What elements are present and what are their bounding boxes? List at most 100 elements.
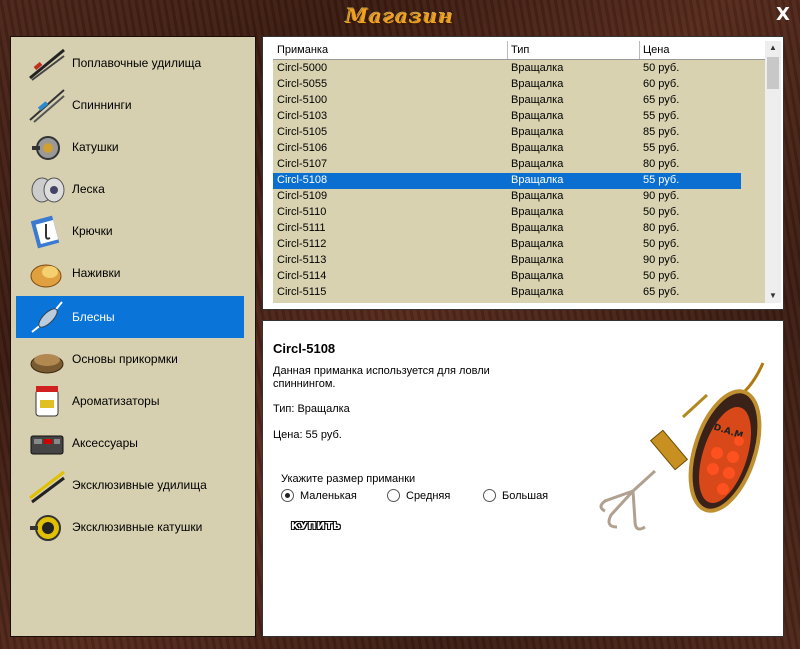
cell-price: 55 руб. [643, 142, 680, 154]
category-reels[interactable]: Катушки [16, 126, 244, 168]
category-label: Наживки [72, 266, 121, 280]
table-row[interactable]: Circl-5000 Вращалка 50 руб. [273, 61, 741, 77]
flavoring-icon [26, 380, 68, 422]
accessories-icon [26, 422, 68, 464]
category-line[interactable]: Леска [16, 168, 244, 210]
table-header: Приманка Тип Цена [273, 41, 765, 60]
radio-icon [281, 489, 294, 502]
lure-detail-panel: Circl-5108 Данная приманка используется … [262, 320, 784, 637]
cell-type: Вращалка [511, 126, 564, 138]
cell-price: 80 руб. [643, 222, 680, 234]
cell-type: Вращалка [511, 222, 564, 234]
category-label: Блесны [72, 310, 115, 324]
category-accessories[interactable]: Аксессуары [16, 422, 244, 464]
cell-lure: Circl-5055 [277, 78, 328, 90]
cell-type: Вращалка [511, 190, 564, 202]
table-row[interactable]: Circl-5105 Вращалка 85 руб. [273, 125, 741, 141]
cell-type: Вращалка [511, 78, 564, 90]
scroll-down-icon[interactable]: ▼ [765, 289, 781, 303]
table-row[interactable]: Circl-5109 Вращалка 90 руб. [273, 189, 741, 205]
size-radio-small[interactable]: Маленькая [281, 489, 357, 502]
cell-type: Вращалка [511, 174, 564, 186]
cell-lure: Circl-5110 [277, 206, 327, 218]
column-header-type[interactable]: Тип [511, 44, 529, 56]
cell-type: Вращалка [511, 254, 564, 266]
table-row[interactable]: Circl-5114 Вращалка 50 руб. [273, 269, 741, 285]
cell-price: 50 руб. [643, 270, 680, 282]
cell-type: Вращалка [511, 270, 564, 282]
lure-list-panel: Приманка Тип Цена Circl-5000 Вращалка 50 р… [262, 36, 784, 310]
exclusive-reels-icon [26, 506, 68, 548]
cell-lure: Circl-5112 [277, 238, 327, 250]
scroll-up-icon[interactable]: ▲ [765, 41, 781, 55]
table-row[interactable]: Circl-5100 Вращалка 65 руб. [273, 93, 741, 109]
category-groundbait[interactable]: Основы прикормки [16, 338, 244, 380]
table-row[interactable]: Circl-5108 Вращалка 55 руб. [273, 173, 741, 189]
cell-lure: Circl-5103 [277, 110, 328, 122]
size-radio-medium[interactable]: Средняя [387, 489, 450, 502]
category-label: Леска [72, 182, 105, 196]
window-title: Магазин [345, 4, 455, 28]
table-row[interactable]: Circl-5103 Вращалка 55 руб. [273, 109, 741, 125]
category-spinning-rods[interactable]: Спиннинги [16, 84, 244, 126]
table-row[interactable]: Circl-5112 Вращалка 50 руб. [273, 237, 741, 253]
category-spoons[interactable]: Блесны [16, 296, 244, 338]
column-header-lure[interactable]: Приманка [277, 44, 328, 56]
cell-lure: Circl-5113 [277, 254, 327, 266]
groundbait-icon [26, 338, 68, 380]
category-label: Эксклюзивные катушки [72, 520, 203, 534]
table-row[interactable]: Circl-5111 Вращалка 80 руб. [273, 221, 741, 237]
category-label: Крючки [72, 224, 113, 238]
category-label: Ароматизаторы [72, 394, 160, 408]
cell-type: Вращалка [511, 142, 564, 154]
category-label: Основы прикормки [72, 352, 178, 366]
cell-type: Вращалка [511, 158, 564, 170]
category-label: Спиннинги [72, 98, 132, 112]
size-radio-large[interactable]: Большая [483, 489, 548, 502]
lure-price: Цена: 55 руб. [273, 429, 342, 441]
exclusive-rods-icon [26, 464, 68, 506]
lure-description: Данная приманка используется для ловли с… [273, 365, 490, 390]
radio-label: Маленькая [300, 489, 357, 502]
category-bait[interactable]: Наживки [16, 252, 244, 294]
bait-icon [26, 252, 68, 294]
column-header-price[interactable]: Цена [643, 44, 669, 56]
cell-lure: Circl-5106 [277, 142, 328, 154]
reel-icon [26, 126, 68, 168]
cell-lure: Circl-5107 [277, 158, 328, 170]
lure-name: Circl-5108 [273, 341, 336, 356]
cell-lure: Circl-5114 [277, 270, 327, 282]
spinner-lure-image: D.A.M [599, 362, 765, 531]
category-flavoring[interactable]: Ароматизаторы [16, 380, 244, 422]
lure-type: Тип: Вращалка [273, 403, 350, 415]
spoon-lure-icon [26, 296, 68, 338]
list-scrollbar[interactable]: ▲ ▼ [765, 41, 781, 303]
table-row[interactable]: Circl-5110 Вращалка 50 руб. [273, 205, 741, 221]
category-label: Катушки [72, 140, 119, 154]
table-row[interactable]: Circl-5115 Вращалка 65 руб. [273, 285, 741, 301]
cell-price: 55 руб. [643, 110, 680, 122]
category-hooks[interactable]: Крючки [16, 210, 244, 252]
fishing-line-icon [26, 168, 68, 210]
category-float-rods[interactable]: Поплавочные удилища [16, 42, 244, 84]
cell-lure: Circl-5109 [277, 190, 328, 202]
table-row[interactable]: Circl-5113 Вращалка 90 руб. [273, 253, 741, 269]
category-exclusive-rods[interactable]: Эксклюзивные удилища [16, 464, 244, 506]
cell-type: Вращалка [511, 286, 564, 298]
cell-type: Вращалка [511, 206, 564, 218]
category-exclusive-reels[interactable]: Эксклюзивные катушки [16, 506, 244, 548]
table-row[interactable]: Circl-5055 Вращалка 60 руб. [273, 77, 741, 93]
cell-price: 50 руб. [643, 238, 680, 250]
buy-button[interactable]: КУПИТЬ [291, 521, 341, 532]
cell-type: Вращалка [511, 238, 564, 250]
category-label: Эксклюзивные удилища [72, 478, 207, 492]
cell-lure: Circl-5000 [277, 62, 328, 74]
table-row[interactable]: Circl-5107 Вращалка 80 руб. [273, 157, 741, 173]
radio-label: Большая [502, 489, 549, 502]
close-icon[interactable]: X [774, 6, 792, 24]
float-rod-icon [26, 42, 68, 84]
table-row[interactable]: Circl-5106 Вращалка 55 руб. [273, 141, 741, 157]
radio-icon [483, 489, 496, 502]
cell-price: 80 руб. [643, 158, 680, 170]
scroll-thumb[interactable] [767, 57, 779, 89]
